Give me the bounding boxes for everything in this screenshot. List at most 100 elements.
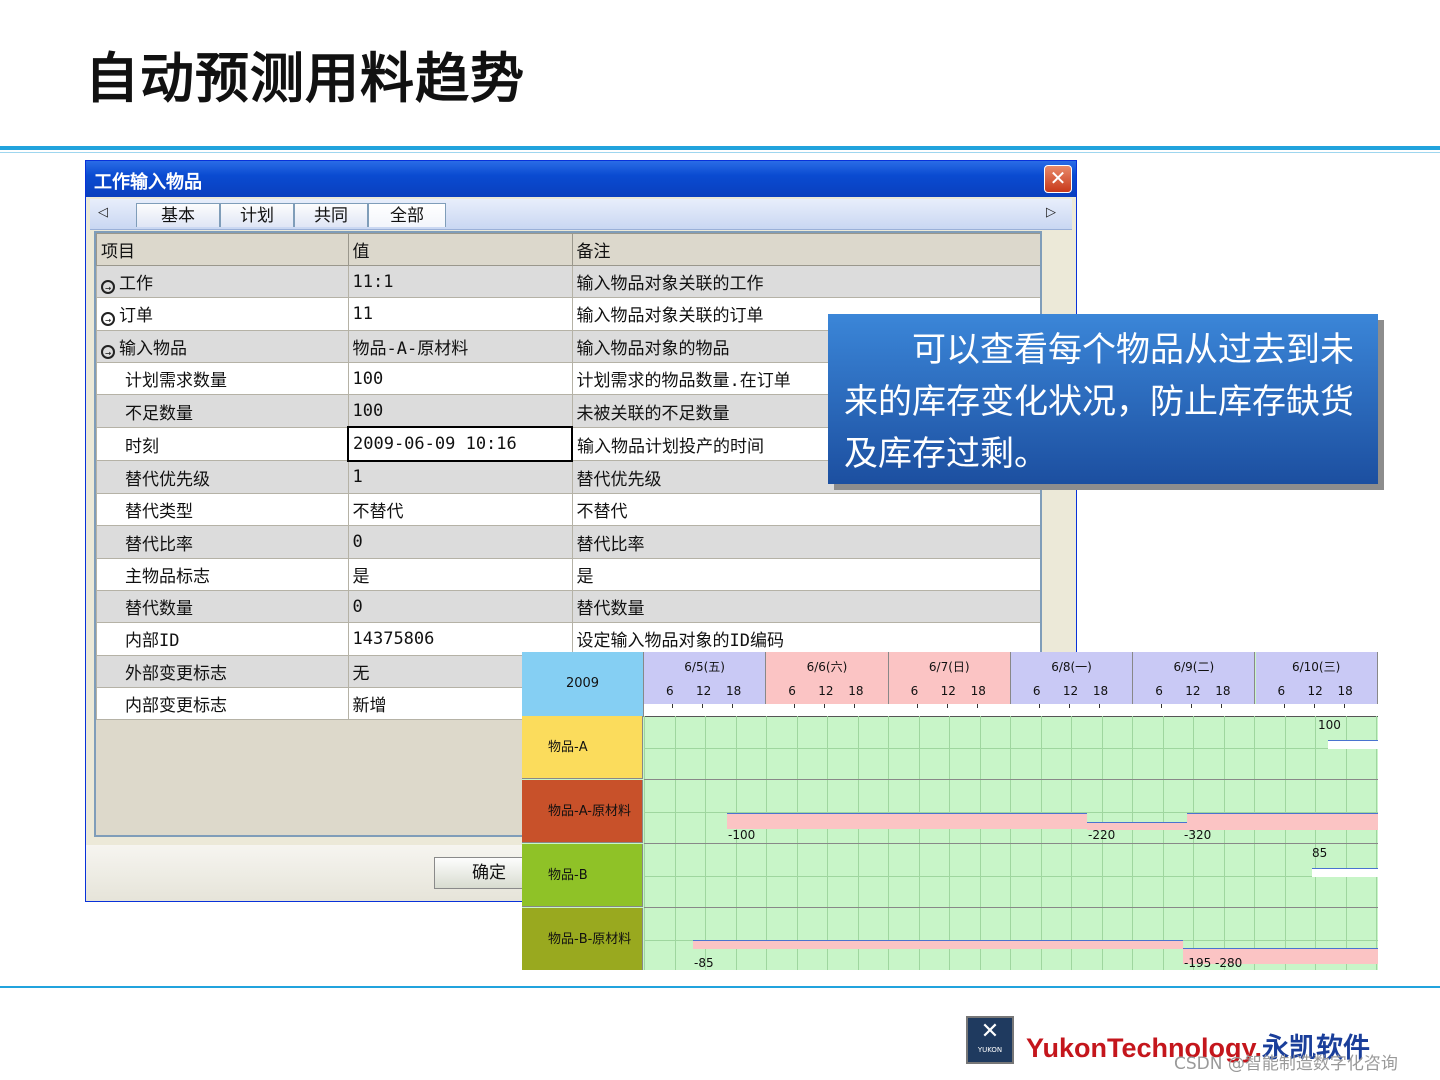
tab-scroll-left-icon[interactable]: ◁ [98,205,108,220]
day-label: 6/8(一) [1051,660,1092,674]
link-arrow-icon[interactable]: → [101,280,115,295]
item-cell[interactable]: 替代数量 [96,589,349,624]
item-row-label[interactable]: 物品-A-原材料 [522,780,643,843]
column-header-value[interactable]: 值 [347,233,573,266]
item-cell[interactable]: 替代类型 [96,493,349,527]
item-cell[interactable]: 时刻 [96,426,349,462]
hour-label: 6 [1155,684,1163,698]
link-arrow-icon[interactable]: → [101,344,115,359]
day-label: 6/9(二) [1173,660,1215,674]
dialog-title: 工作输入物品 [94,172,202,193]
note-cell: 输入物品对象关联的工作 [571,264,1040,299]
item-cell[interactable]: 主物品标志 [96,557,349,591]
hour-tick [1283,704,1285,708]
value-cell[interactable]: 11 [347,297,573,331]
day-header: 6/5(五) 6 12 18 [644,652,767,704]
tab-basic[interactable]: 基本 [136,203,220,227]
value-cell[interactable]: 100 [347,361,573,396]
item-label: 主物品标志 [125,566,210,587]
item-label: 不足数量 [125,403,193,424]
inventory-value-label: -220 [1088,828,1116,842]
inventory-bar [1312,868,1378,877]
item-cell[interactable]: 替代比率 [96,525,349,559]
hour-tick [1068,704,1070,708]
tab-all[interactable]: 全部 [368,203,446,227]
item-cell[interactable]: → 输入物品 [96,329,349,363]
note-cell: 替代数量 [571,589,1040,624]
hour-tick [916,704,918,708]
hour-label: 6 [666,684,674,698]
hour-label: 18 [726,684,742,698]
item-cell[interactable]: 外部变更标志 [96,654,349,688]
value-cell[interactable]: 0 [347,589,573,624]
item-row-label[interactable]: 物品-A [522,716,643,779]
table-row[interactable]: 内部ID 14375806 设定输入物品对象的ID编码 [96,622,1040,656]
hour-tick [1343,704,1345,708]
item-row-label[interactable]: 物品-B-原材料 [522,908,643,970]
column-header-note[interactable]: 备注 [571,233,1040,266]
inventory-value-label: -320 [1184,828,1212,842]
item-cell[interactable]: 内部ID [96,622,349,656]
title-divider-thin [0,152,1440,153]
column-header-item[interactable]: 项目 [96,233,349,266]
hour-label: 18 [1215,684,1231,698]
value-cell[interactable]: 14375806 [347,622,573,656]
value-cell[interactable]: 1 [347,460,573,495]
tab-plan[interactable]: 计划 [220,203,294,227]
row-separator [644,843,1378,844]
hour-tick [824,704,826,708]
table-row[interactable]: 替代数量 0 替代数量 [96,589,1040,624]
item-row-label[interactable]: 物品-B [522,844,643,907]
item-cell[interactable]: 替代优先级 [96,460,349,495]
item-label: 内部ID [125,631,180,652]
item-cell[interactable]: 计划需求数量 [96,361,349,396]
item-cell[interactable]: → 工作 [96,264,349,299]
item-cell[interactable]: 不足数量 [96,394,349,428]
inventory-value-label: -85 [694,956,714,970]
grid-line [644,748,1378,749]
hour-label: 6 [788,684,796,698]
hour-label: 12 [818,684,834,698]
value-cell[interactable]: 是 [347,557,573,591]
table-row[interactable]: 替代比率 0 替代比率 [96,525,1040,559]
table-row[interactable]: 主物品标志 是是 [96,557,1040,591]
item-label: 工作 [119,274,153,295]
tab-common[interactable]: 共同 [294,203,368,227]
yukon-logo: ✕ YUKON [966,1016,1014,1064]
hour-tick [1161,704,1163,708]
inventory-value-label: 100 [1318,718,1341,732]
hour-label: 18 [1092,684,1109,698]
inventory-bar [1187,813,1378,830]
item-cell[interactable]: 内部变更标志 [96,686,349,721]
inventory-bar [727,813,1087,829]
day-header: 6/8(一) 6 12 18 [1010,652,1134,704]
inventory-value-label: -195 [1184,956,1212,970]
hour-label: 12 [1062,684,1079,698]
value-cell[interactable]: 不替代 [347,493,573,527]
table-row[interactable]: → 工作 11:1 输入物品对象关联的工作 [96,264,1040,299]
hour-label: 12 [940,684,956,698]
tab-scroll-right-icon[interactable]: ▷ [1046,205,1056,220]
link-arrow-icon[interactable]: → [101,312,115,327]
item-label: 替代比率 [125,534,193,555]
value-cell[interactable]: 物品-A-原材料 [347,329,573,363]
callout-text: 可以查看每个物品从过去到未来的库存变化状况，防止库存缺货及库存过剩。 [844,330,1354,474]
hour-tick-row [644,704,1378,717]
row-separator [644,907,1378,908]
item-cell[interactable]: → 订单 [96,297,349,331]
inventory-value-label: -280 [1215,956,1243,970]
table-row[interactable]: 替代类型 不替代 不替代 [96,493,1040,527]
close-button[interactable]: ✕ [1044,165,1072,193]
tab-strip: ◁ 基本 计划 共同 全部 ▷ [90,199,1072,230]
value-cell[interactable]: 100 [347,394,573,428]
footer-divider [0,986,1440,988]
item-label: 内部变更标志 [125,696,227,716]
value-cell[interactable]: 0 [347,525,573,559]
value-cell[interactable]: 2009-06-09 10:16 [347,426,573,462]
hour-label: 18 [1337,684,1353,698]
value-cell[interactable]: 11:1 [347,264,573,299]
note-cell: 设定输入物品对象的ID编码 [571,622,1040,656]
dialog-titlebar[interactable]: 工作输入物品 ✕ [86,161,1076,197]
item-label: 替代数量 [125,599,193,620]
day-header: 6/10(三) 6 12 18 [1255,652,1378,704]
